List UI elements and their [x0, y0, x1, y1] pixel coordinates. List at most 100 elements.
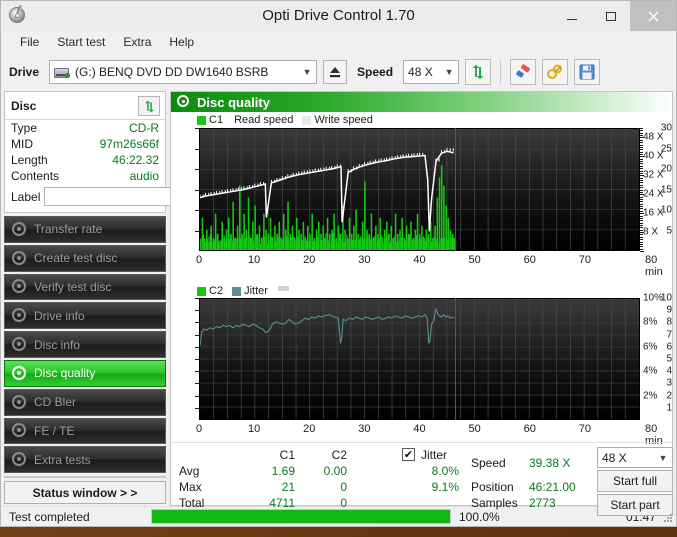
c1-chart[interactable]: C1 Read speed Write speed 5 10 15 20 25 30 8 … — [171, 112, 672, 284]
sidebar-item-create-test-disc[interactable]: Create test disc — [4, 244, 166, 272]
menu-item-help[interactable]: Help — [160, 33, 203, 51]
disc-row-type: Type CD-R — [5, 120, 165, 136]
keys-icon — [546, 64, 563, 80]
eject-button[interactable] — [323, 60, 348, 84]
sidebar-item-label: Transfer rate — [34, 222, 103, 237]
panel-title: Disc quality — [197, 94, 270, 110]
y2-tick-mark — [640, 156, 644, 158]
y2-tick-mark — [640, 151, 643, 153]
y2-tick-mark — [640, 132, 643, 134]
y-tick-label: 10 — [660, 292, 672, 304]
jitter-checkbox[interactable]: ✔ — [402, 448, 415, 461]
disc-row-key: Type — [11, 121, 38, 135]
minimize-button[interactable] — [552, 1, 591, 31]
c2-jitter-chart[interactable]: C2 Jitter 1 2 3 4 5 6 7 8 9 10 2% 4% 6% 8% 10% 0 10 20 3… — [171, 284, 672, 447]
jitter-checkbox-glyph: ✔ — [403, 449, 414, 461]
disc-panel-header: Disc — [5, 92, 165, 120]
stats-c1-total: 4711 — [269, 496, 295, 510]
window-controls — [552, 1, 676, 31]
c2-chart-legend: C2 Jitter — [197, 285, 289, 297]
settings-keys-button[interactable] — [542, 59, 569, 85]
progress-bar — [151, 509, 451, 524]
legend-item-read-speed: Read speed — [234, 114, 293, 126]
y2-tick-mark — [640, 229, 643, 231]
y-tick-label: 8 — [666, 316, 672, 328]
legend-label-write-speed: Write speed — [314, 114, 373, 126]
x-tick-label: 60 — [523, 423, 536, 435]
y2-tick-mark — [640, 222, 643, 224]
y2-tick-mark — [640, 154, 643, 156]
sidebar-item-label: Disc info — [34, 337, 81, 352]
y-tick-label: 25 — [660, 143, 672, 154]
x-tick-label: 10 — [248, 254, 261, 266]
c2-plot-area[interactable] — [199, 298, 640, 420]
x-tick-label: 20 — [303, 254, 316, 266]
disc-fete-icon — [11, 422, 28, 439]
y2-tick-mark — [640, 236, 643, 238]
menu-item-extra[interactable]: Extra — [114, 33, 160, 51]
start-full-button[interactable]: Start full — [597, 470, 673, 492]
y-tick-label: 5 — [666, 225, 672, 236]
x-tick-label: 40 — [413, 254, 426, 266]
y2-tick-mark — [640, 189, 643, 191]
x-tick-label: 0 — [195, 423, 203, 435]
sidebar-item-label: Extra tests — [34, 452, 91, 467]
stats-samples-value: 2773 — [529, 496, 556, 510]
sidebar-item-label: Disc quality — [34, 366, 96, 381]
chevron-down-icon: ▼ — [302, 67, 312, 77]
maximize-button[interactable] — [591, 1, 630, 31]
y2-tick-mark — [640, 170, 643, 172]
y2-tick-mark — [640, 191, 643, 193]
close-button[interactable] — [630, 1, 676, 31]
legend-swatch-write-speed — [302, 115, 312, 125]
c1-plot-area[interactable] — [199, 128, 640, 251]
y2-tick-mark — [640, 234, 643, 236]
title-bar: Opti Drive Control 1.70 — [1, 1, 676, 31]
disc-row-key: Length — [11, 153, 48, 167]
disc-refresh-button[interactable] — [138, 96, 160, 116]
c1-plot-svg — [199, 128, 639, 250]
status-window-button[interactable]: Status window > > — [4, 481, 166, 504]
disc-bler-icon — [11, 394, 28, 411]
save-button[interactable] — [574, 59, 601, 85]
sidebar-item-verify-test-disc[interactable]: Verify test disc — [4, 273, 166, 301]
sidebar-item-transfer-rate[interactable]: Transfer rate — [4, 216, 166, 243]
x-tick-label: 80 min — [645, 254, 663, 278]
y2-tick-mark — [640, 198, 643, 200]
erase-button[interactable] — [510, 59, 537, 85]
legend-item-c1: C1 — [197, 114, 223, 126]
x-tick-label: 70 — [578, 423, 591, 435]
toolbar-separator — [500, 61, 502, 83]
speed-select[interactable]: 48 X ▼ — [403, 60, 460, 84]
y2-tick-mark — [640, 241, 643, 243]
drive-select-value: (G:) BENQ DVD DD DW1640 BSRB — [75, 65, 269, 79]
resize-grip[interactable] — [663, 514, 673, 524]
sidebar-item-fe-te[interactable]: FE / TE — [4, 417, 166, 445]
speed-select-value: 48 X — [408, 65, 433, 79]
app-icon — [7, 4, 29, 27]
drive-icon — [54, 65, 71, 79]
sidebar-item-cd-bler[interactable]: CD Bler — [4, 388, 166, 416]
y2-tick-mark — [640, 208, 643, 210]
sidebar-item-disc-info[interactable]: Disc info — [4, 331, 166, 358]
menu-item-file[interactable]: File — [11, 33, 48, 51]
sidebar-item-extra-tests[interactable]: Extra tests — [4, 446, 166, 474]
y-tick-label: 2 — [666, 390, 672, 402]
speed-label: Speed — [357, 65, 394, 79]
y2-tick-mark — [640, 135, 643, 137]
y2-tick-mark — [640, 215, 643, 217]
y2-tick-mark — [640, 172, 643, 174]
disc-label-row: Label — [5, 184, 215, 212]
drive-info-icon — [11, 307, 28, 324]
disc-info-icon — [11, 336, 28, 353]
menu-item-start-test[interactable]: Start test — [48, 33, 114, 51]
y2-tick-mark — [640, 248, 643, 250]
test-speed-select[interactable]: 48 X ▼ — [597, 447, 673, 468]
y2-tick-mark — [640, 203, 643, 205]
sidebar-item-disc-quality[interactable]: Disc quality — [4, 359, 166, 387]
y2-tick-mark — [640, 201, 643, 203]
sidebar-item-drive-info[interactable]: Drive info — [4, 302, 166, 330]
start-part-button[interactable]: Start part — [597, 494, 673, 516]
refresh-button[interactable] — [465, 59, 492, 85]
drive-select[interactable]: (G:) BENQ DVD DD DW1640 BSRB ▼ — [49, 60, 318, 84]
